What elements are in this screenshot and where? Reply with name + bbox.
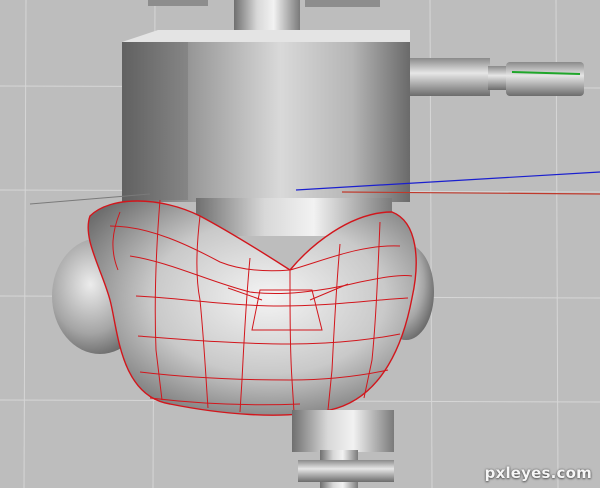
upper-body-box-mesh[interactable] <box>122 30 410 202</box>
viewport-scene[interactable] <box>0 0 600 488</box>
3d-viewport[interactable]: pxleyes.com <box>0 0 600 488</box>
watermark-logo: pxleyes.com <box>484 464 592 482</box>
side-rod-mesh[interactable] <box>408 58 584 96</box>
hip-joint-mesh[interactable] <box>292 410 394 488</box>
